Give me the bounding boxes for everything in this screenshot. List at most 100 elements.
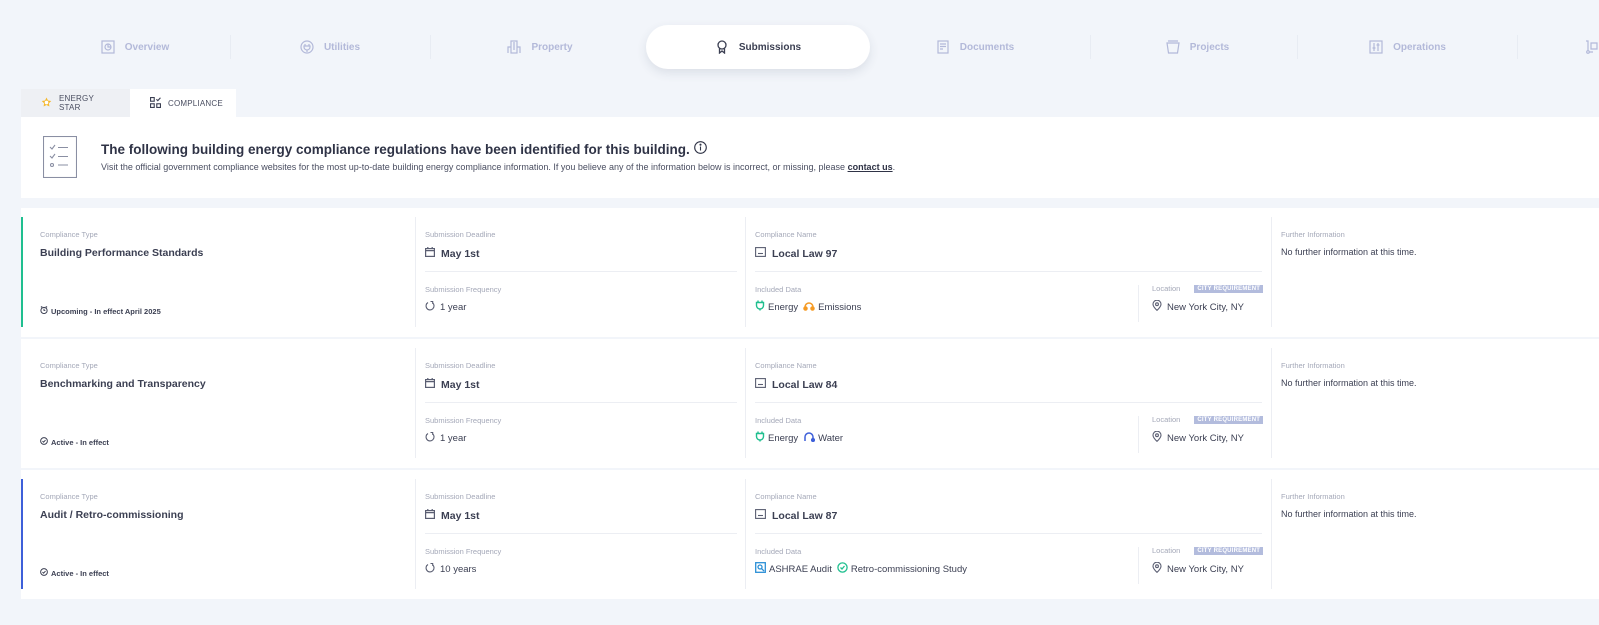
compliance-type-cell: Compliance Type Audit / Retro-commission…	[21, 479, 415, 589]
building-icon	[507, 40, 522, 54]
compliance-type-label: Compliance Type	[40, 230, 98, 239]
contact-us-link[interactable]: contact us	[848, 162, 893, 172]
included-data-chip: Retro-commissioning Study	[837, 562, 967, 576]
energy-icon	[755, 431, 765, 445]
nav-tab-submissions[interactable]: Submissions	[646, 25, 870, 69]
compliance-name-cell: Compliance Name Local Law 97 Included Da…	[745, 217, 1271, 327]
sliders-icon	[1369, 40, 1383, 54]
compliance-name-value: Local Law 87	[755, 509, 837, 522]
deadline-text: May 1st	[441, 509, 480, 522]
submission-subtabs: ENERGY STAR COMPLIANCE	[21, 89, 236, 117]
further-information-label: Further Information	[1281, 492, 1345, 501]
city-requirement-badge: CITY REQUIREMENT	[1194, 546, 1264, 555]
status-text: Upcoming - In effect April 2025	[51, 306, 161, 316]
compliance-name-cell: Compliance Name Local Law 84 Included Da…	[745, 348, 1271, 458]
refresh-icon	[425, 431, 435, 445]
compliance-row: Compliance Type Audit / Retro-commission…	[21, 470, 1599, 599]
bucket-icon	[1166, 40, 1180, 54]
nav-label: Property	[531, 41, 573, 53]
nav-tab-overview[interactable]: Overview	[40, 25, 230, 69]
submission-cell: Submission Deadline May 1st Submission F…	[415, 217, 745, 327]
nav-tab-projects[interactable]: Projects	[1100, 25, 1295, 69]
deadline-text: May 1st	[441, 247, 480, 260]
nav-tab-property[interactable]: Property	[435, 25, 645, 69]
location-label-row: Location CITY REQUIREMENT	[1152, 546, 1264, 555]
included-data-chip: Energy	[755, 431, 798, 445]
subtab-compliance[interactable]: COMPLIANCE	[130, 89, 236, 117]
calendar-icon	[425, 247, 436, 260]
location-text: New York City, NY	[1167, 563, 1244, 575]
status-indicator: Active - In effect	[40, 437, 109, 447]
map-pin-icon	[1152, 561, 1162, 576]
status-text: Active - In effect	[51, 568, 109, 578]
status-indicator: Upcoming - In effect April 2025	[40, 306, 161, 316]
energy-icon	[755, 300, 765, 314]
divider	[425, 402, 737, 403]
included-data-list: ASHRAE Audit Retro-commissioning Study	[755, 562, 972, 576]
location-label-row: Location CITY REQUIREMENT	[1152, 284, 1264, 293]
document-icon	[936, 40, 950, 54]
city-requirement-badge: CITY REQUIREMENT	[1194, 415, 1264, 424]
submission-cell: Submission Deadline May 1st Submission F…	[415, 479, 745, 589]
divider	[425, 533, 737, 534]
nav-divider	[1517, 35, 1518, 59]
info-icon[interactable]	[693, 141, 707, 157]
submission-frequency-value: 1 year	[425, 300, 467, 314]
subtab-energy-star[interactable]: ENERGY STAR	[21, 89, 130, 117]
included-data-chip: Emissions	[803, 300, 861, 314]
compliance-type-value: Benchmarking and Transparency	[40, 378, 206, 390]
intro-title: The following building energy compliance…	[101, 141, 707, 157]
check-circle-icon	[40, 437, 48, 447]
compliance-name-text: Local Law 87	[772, 509, 838, 522]
map-pin-icon	[1152, 430, 1162, 445]
overview-icon	[101, 40, 115, 54]
nav-label: Operations	[1393, 41, 1446, 53]
submission-deadline-label: Submission Deadline	[425, 492, 496, 501]
award-ribbon-icon	[715, 40, 729, 54]
nav-tab-overflow[interactable]	[1585, 25, 1599, 69]
nav-label: Documents	[959, 41, 1015, 53]
compliance-type-value: Audit / Retro-commissioning	[40, 509, 184, 521]
nav-tab-operations[interactable]: Operations	[1300, 25, 1515, 69]
nav-tab-utilities[interactable]: Utilities	[235, 25, 425, 69]
submission-deadline-value: May 1st	[425, 247, 480, 260]
included-data-chip: ASHRAE Audit	[755, 562, 832, 576]
nav-label: Projects	[1189, 41, 1230, 53]
law-document-icon	[755, 509, 766, 522]
nav-divider	[430, 35, 431, 59]
location-text: New York City, NY	[1167, 432, 1244, 444]
checklist-document-icon	[42, 135, 78, 183]
nav-label: Overview	[124, 41, 170, 53]
included-data-label: Water	[818, 432, 844, 444]
submission-deadline-value: May 1st	[425, 509, 480, 522]
energy-star-icon	[41, 96, 52, 110]
subtab-label: COMPLIANCE	[168, 98, 223, 108]
compliance-name-text: Local Law 97	[772, 247, 838, 260]
compliance-row: Compliance Type Building Performance Sta…	[21, 208, 1599, 337]
included-data-label: Retro-commissioning Study	[850, 563, 967, 575]
refresh-icon	[425, 300, 435, 314]
submission-frequency-value: 10 years	[425, 562, 476, 576]
retro-commissioning-icon	[837, 562, 848, 576]
submission-cell: Submission Deadline May 1st Submission F…	[415, 348, 745, 458]
further-information-text: No further information at this time.	[1281, 247, 1417, 257]
intro-end: .	[892, 162, 896, 172]
status-indicator: Active - In effect	[40, 568, 109, 578]
nav-tab-documents[interactable]: Documents	[870, 25, 1080, 69]
divider	[1138, 416, 1139, 453]
frequency-text: 1 year	[440, 302, 467, 313]
audit-icon	[755, 562, 766, 576]
compliance-type-value: Building Performance Standards	[40, 247, 204, 259]
calendar-icon	[425, 378, 436, 391]
check-circle-icon	[40, 568, 48, 578]
submission-frequency-label: Submission Frequency	[425, 547, 502, 556]
compliance-name-value: Local Law 97	[755, 247, 837, 260]
compliance-type-cell: Compliance Type Benchmarking and Transpa…	[21, 348, 415, 458]
included-data-list: Energy Emissions	[755, 300, 866, 314]
location-label: Location	[1152, 284, 1181, 293]
status-text: Active - In effect	[51, 437, 109, 447]
nav-divider	[1297, 35, 1298, 59]
compliance-type-label: Compliance Type	[40, 492, 98, 501]
location-value: New York City, NY	[1152, 430, 1244, 445]
location-value: New York City, NY	[1152, 299, 1244, 314]
